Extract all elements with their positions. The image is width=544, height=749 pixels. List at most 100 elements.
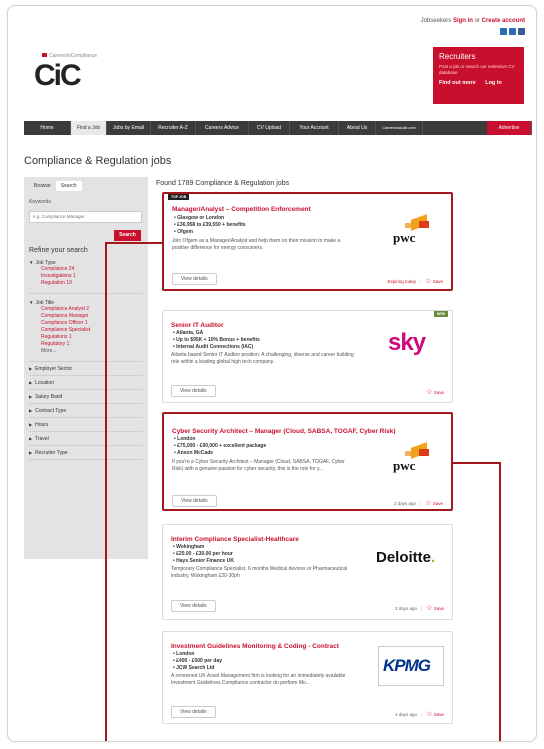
view-details-button[interactable]: View details (172, 273, 217, 285)
posted-date: 2 days ago (393, 501, 417, 506)
filter-contract-type[interactable]: ▶ Contract Type (29, 404, 143, 418)
create-account-link[interactable]: Create account (482, 18, 525, 24)
sign-in-link[interactable]: Sign in (453, 18, 473, 24)
kpmg-logo-text: KPMG (383, 656, 431, 675)
new-badge: NEW (433, 311, 448, 317)
find-out-more-link[interactable]: Find out more (439, 80, 476, 86)
sky-logo[interactable]: sky (376, 325, 444, 365)
deloitte-logo-word: Deloitte (376, 549, 432, 566)
nav-cv-upload[interactable]: CV Upload (249, 121, 290, 135)
nav-your-account[interactable]: Your Account (290, 121, 339, 135)
sky-logo-text: sky (388, 329, 426, 356)
save-job-link[interactable]: Save (434, 606, 444, 611)
filter-location[interactable]: ▶ Location (29, 376, 143, 390)
filter-more-link[interactable]: More... (29, 348, 143, 355)
nav-find-a-job[interactable]: Find a Job (71, 121, 107, 135)
filter-label: Recruiter Type (35, 450, 68, 456)
star-icon[interactable]: ☆ (426, 605, 432, 612)
job-title-link[interactable]: Senior IT Auditor (171, 322, 223, 329)
star-icon[interactable]: ☆ (426, 711, 432, 718)
filter-option[interactable]: Compliance 24 (29, 266, 143, 273)
job-salary: • £20.00 - £30.00 per hour (173, 551, 233, 557)
tab-search[interactable]: Search (55, 181, 82, 191)
tab-browse[interactable]: Browse (29, 181, 56, 191)
deloitte-logo[interactable]: Deloitte. (376, 539, 444, 579)
job-title-link[interactable]: Manager/Analyst – Competition Enforcemen… (172, 206, 311, 213)
filter-label: Travel (35, 436, 49, 442)
job-card[interactable]: Interim Compliance Specialist-Healthcare… (162, 524, 453, 620)
twitter-icon[interactable] (509, 28, 516, 35)
sidebar: Browse Search Keywords Search Refine you… (24, 177, 148, 559)
nav-about-us[interactable]: About Us (339, 121, 376, 135)
pwc-logo[interactable]: pwc (375, 440, 443, 480)
view-details-button[interactable]: View details (172, 495, 217, 507)
nav-careers-advice[interactable]: Careers Advice (196, 121, 249, 135)
nav-careersinaudit[interactable]: CareersinAudit.com (376, 121, 423, 135)
keywords-input[interactable] (29, 210, 142, 223)
nav-jobs-by-email[interactable]: Jobs by Email (107, 121, 151, 135)
linkedin-icon[interactable] (500, 28, 507, 35)
job-meta: 3 days ago | ☆ Save (394, 605, 444, 612)
job-title-link[interactable]: Interim Compliance Specialist-Healthcare (171, 536, 299, 543)
filter-label: Salary Band (35, 394, 63, 400)
view-details-button[interactable]: View details (171, 706, 216, 718)
nav-advertise[interactable]: Advertise (487, 121, 532, 135)
filter-job-title: ▼ Job Title Compliance Analyst 2 Complian… (29, 300, 143, 355)
logo-square-icon (42, 53, 47, 57)
save-job-link[interactable]: Save (434, 390, 444, 395)
job-card[interactable]: TOP JOB Manager/Analyst – Competition En… (162, 192, 453, 291)
filter-label: Contract Type (35, 408, 67, 414)
job-recruiter: • Internal Audit Connections (IAC) (173, 344, 254, 350)
recruiters-panel: Recruiters Post a job or search our exte… (433, 47, 524, 104)
filter-option[interactable]: Compliance Officer 1 (29, 320, 143, 327)
job-recruiter: • Anson McCade (174, 450, 214, 456)
filter-option[interactable]: Investigations 1 (29, 273, 143, 280)
caret-right-icon: ▶ (29, 436, 33, 441)
job-description: Atlanta based Senior IT Auditor position… (171, 352, 354, 365)
filter-travel[interactable]: ▶ Travel (29, 432, 143, 446)
filter-employer-sector[interactable]: ▶ Employer Sector (29, 362, 143, 376)
nav-home[interactable]: Home (24, 121, 71, 135)
star-icon[interactable]: ☆ (426, 389, 432, 396)
filter-salary-band[interactable]: ▶ Salary Band (29, 390, 143, 404)
search-button[interactable]: Search (114, 230, 141, 241)
view-details-button[interactable]: View details (171, 385, 216, 397)
save-job-link[interactable]: Save (433, 279, 443, 284)
recruiter-log-in-link[interactable]: Log in (485, 80, 502, 86)
save-job-link[interactable]: Save (433, 501, 443, 506)
kpmg-logo[interactable]: KPMG (378, 646, 444, 686)
job-recruiter: • Ofgem (174, 229, 193, 235)
job-salary: • £36,958 to £39,550 + benefits (174, 222, 246, 228)
caret-down-icon: ▼ (29, 300, 34, 305)
caret-right-icon: ▶ (29, 408, 33, 413)
star-icon[interactable]: ☆ (425, 500, 431, 507)
divider (29, 293, 143, 294)
save-job-link[interactable]: Save (434, 712, 444, 717)
filter-hours[interactable]: ▶ Hours (29, 418, 143, 432)
filter-option[interactable]: Regulatory 1 (29, 341, 143, 348)
star-icon[interactable]: ☆ (425, 278, 431, 285)
facebook-icon[interactable] (518, 28, 525, 35)
filter-option[interactable]: Regulation 10 (29, 280, 143, 287)
job-title-link[interactable]: Cyber Security Architect – Manager (Clou… (172, 428, 396, 435)
utility-links: Jobseekers Sign in or Create account (421, 18, 525, 24)
job-description: Join Ofgem as a Manager/Analyst and help… (172, 238, 341, 251)
job-card[interactable]: Investment Guidelines Monitoring & Codin… (162, 631, 453, 724)
main-nav: Home Find a Job Jobs by Email Recruiter … (24, 121, 532, 135)
callout-line-right-horizontal (452, 462, 500, 464)
filter-option[interactable]: Compliance Manager (29, 313, 143, 320)
recruiters-title: Recruiters (439, 52, 476, 61)
job-title-link[interactable]: Investment Guidelines Monitoring & Codin… (171, 643, 339, 650)
nav-recruiter-az[interactable]: Recruiter A-Z (151, 121, 196, 135)
pwc-logo[interactable]: pwc (375, 212, 443, 252)
filter-option[interactable]: Compliance Specialist (29, 327, 143, 334)
deloitte-logo-text: Deloitte. (376, 549, 436, 566)
job-location: • London (174, 436, 196, 442)
view-details-button[interactable]: View details (171, 600, 216, 612)
filter-recruiter-type[interactable]: ▶ Recruiter Type (29, 446, 143, 460)
page-title: Compliance & Regulation jobs (24, 155, 172, 167)
job-card[interactable]: Cyber Security Architect – Manager (Clou… (162, 412, 453, 511)
filter-option[interactable]: Regulations 1 (29, 334, 143, 341)
filter-option[interactable]: Compliance Analyst 2 (29, 306, 143, 313)
job-card[interactable]: NEW Senior IT Auditor • Atlanta, GA • Up… (162, 310, 453, 403)
